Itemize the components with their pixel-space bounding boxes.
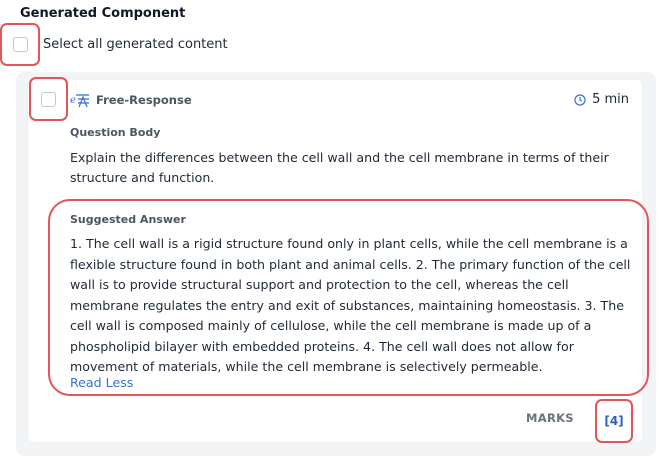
question-body-label: Question Body (70, 126, 161, 139)
time-text: 5 min (592, 92, 629, 107)
question-checkbox-highlight (29, 77, 68, 121)
select-all-label: Select all generated content (43, 37, 228, 52)
select-all-highlight (0, 23, 40, 66)
question-checkbox[interactable] (41, 91, 56, 107)
free-response-icon: e (70, 94, 89, 108)
marks-value[interactable]: [4] (604, 414, 623, 428)
suggested-answer-label: Suggested Answer (70, 213, 186, 226)
marks-highlight: [4] (595, 399, 633, 443)
select-all-checkbox[interactable] (12, 37, 28, 52)
clock-icon (574, 93, 586, 106)
marks-label: MARKS (526, 411, 574, 425)
section-title: Generated Component (20, 6, 186, 21)
question-type-label: Free-Response (96, 93, 192, 107)
suggested-answer-text: 1. The cell wall is a rigid structure fo… (70, 236, 631, 374)
time-estimate: 5 min (574, 92, 629, 107)
svg-text:e: e (70, 95, 76, 106)
question-body-text: Explain the differences between the cell… (70, 150, 609, 185)
read-less-link[interactable]: Read Less (70, 375, 133, 390)
